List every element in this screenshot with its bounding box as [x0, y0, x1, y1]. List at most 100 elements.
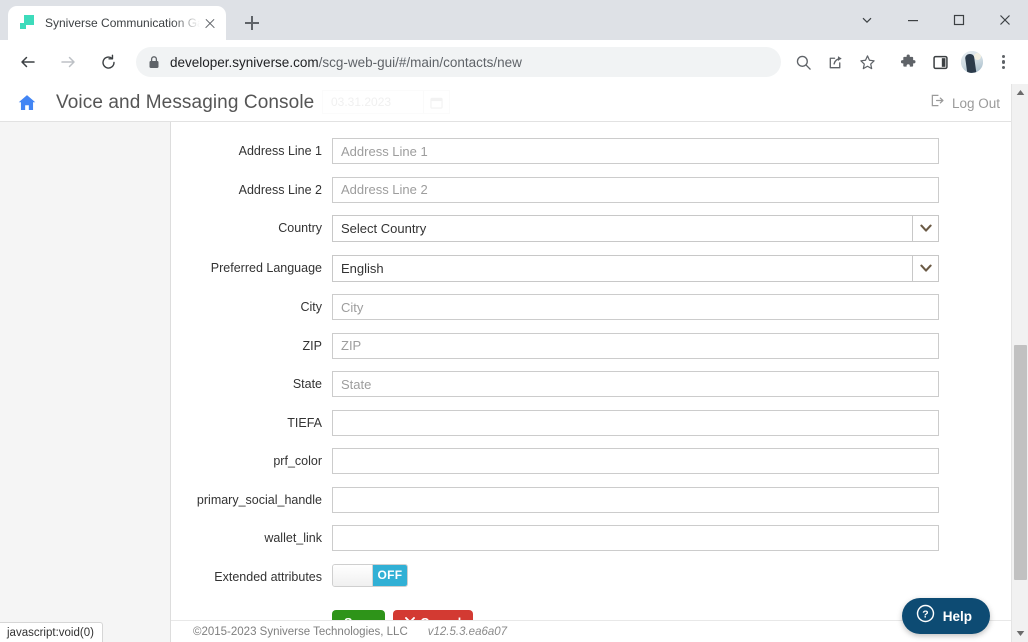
form-actions-spacer — [171, 599, 332, 605]
input-wallet-link[interactable] — [332, 525, 939, 551]
label-preferred-language: Preferred Language — [210, 260, 322, 275]
date-field[interactable]: 03.31.2023 — [322, 90, 450, 114]
input-primary-social-handle[interactable] — [332, 486, 939, 513]
control-city — [332, 294, 939, 320]
profile-avatar-icon[interactable] — [957, 47, 987, 77]
close-tab-icon[interactable] — [200, 13, 220, 33]
page-footer: ©2015-2023 Syniverse Technologies, LLC v… — [171, 620, 1028, 642]
control-address-line-2 — [332, 176, 939, 203]
page-viewport: Voice and Messaging Console 03.31.2023 L… — [0, 84, 1028, 642]
share-icon[interactable] — [820, 47, 850, 77]
calendar-icon[interactable] — [423, 91, 449, 113]
label-zip: ZIP — [302, 338, 322, 353]
left-sidebar — [0, 122, 171, 642]
select-value-country: Select Country — [341, 221, 427, 236]
toolbar-icons — [787, 47, 1020, 77]
help-label: Help — [942, 608, 972, 624]
window-controls — [844, 0, 1028, 40]
side-panel-icon[interactable] — [925, 47, 955, 77]
contact-form: Address Line 1 Address Line 2 Country Selec… — [171, 122, 1028, 551]
input-address-line-1[interactable] — [332, 138, 939, 164]
link-status-text: javascript:void(0) — [7, 626, 94, 639]
select-country[interactable]: Select Country — [332, 215, 939, 242]
control-country: Select Country — [332, 215, 939, 242]
chevron-down-icon[interactable] — [912, 216, 938, 241]
select-preferred-language[interactable]: English — [332, 254, 939, 282]
reload-icon[interactable] — [92, 46, 124, 78]
input-state[interactable] — [332, 371, 939, 397]
control-prf-color — [332, 448, 939, 474]
extended-attributes-row: Extended attributes OFF — [171, 563, 1028, 587]
search-icon[interactable] — [788, 47, 818, 77]
address-bar[interactable]: developer.syniverse.com/scg-web-gui/#/ma… — [136, 47, 781, 77]
copyright-text: ©2015-2023 Syniverse Technologies, LLC — [193, 625, 408, 638]
home-icon[interactable] — [16, 92, 38, 114]
form-row-wallet-link: wallet_link — [171, 525, 1028, 551]
logout-icon — [930, 93, 945, 113]
minimize-icon[interactable] — [890, 4, 936, 36]
browser-tab[interactable]: Syniverse Communication Gatew — [8, 6, 226, 40]
date-field-value: 03.31.2023 — [331, 95, 392, 109]
scroll-up-arrow-icon[interactable] — [1012, 84, 1028, 101]
extended-attributes-toggle[interactable]: OFF — [332, 563, 408, 587]
select-value-preferred-language: English — [341, 260, 384, 276]
chrome-menu-icon[interactable] — [989, 47, 1019, 77]
svg-text:?: ? — [922, 610, 928, 621]
url-path: /scg-web-gui/#/main/contacts/new — [318, 54, 522, 70]
form-row-primary-social-handle: primary_social_handle — [171, 486, 1028, 513]
browser-window: Syniverse Communication Gatew — [0, 0, 1028, 642]
control-tiefa — [332, 409, 939, 436]
question-mark-icon: ? — [916, 604, 935, 628]
maximize-icon[interactable] — [936, 4, 982, 36]
form-row-state: State — [171, 371, 1028, 397]
vertical-scrollbar[interactable] — [1011, 84, 1028, 642]
label-state: State — [292, 377, 322, 391]
bookmark-star-icon[interactable] — [852, 47, 882, 77]
chevron-down-icon[interactable] — [912, 255, 938, 281]
page-body: Address Line 1 Address Line 2 Country Selec… — [0, 122, 1028, 642]
forward-arrow-icon[interactable] — [52, 46, 84, 78]
scroll-down-arrow-icon[interactable] — [1012, 625, 1028, 642]
form-row-address-line-2: Address Line 2 — [171, 176, 1028, 203]
form-row-preferred-language: Preferred Language English — [171, 254, 1028, 282]
version-text: v12.5.3.ea6a07 — [427, 625, 508, 638]
logout-label: Log Out — [951, 95, 1000, 111]
form-row-zip: ZIP — [171, 332, 1028, 359]
scroll-thumb[interactable] — [1014, 345, 1027, 580]
url-text: developer.syniverse.com/scg-web-gui/#/ma… — [170, 55, 522, 70]
input-address-line-2[interactable] — [332, 176, 939, 203]
main-content: Address Line 1 Address Line 2 Country Selec… — [171, 122, 1028, 642]
control-wallet-link — [332, 525, 939, 551]
tab-title: Syniverse Communication Gatew — [45, 16, 200, 30]
link-status-bar: javascript:void(0) — [0, 622, 103, 642]
extended-attributes-label: Extended attributes — [214, 569, 322, 584]
browser-toolbar: developer.syniverse.com/scg-web-gui/#/ma… — [0, 40, 1028, 84]
logout-button[interactable]: Log Out — [930, 84, 1000, 122]
form-row-address-line-1: Address Line 1 — [171, 138, 1028, 164]
new-tab-button[interactable] — [238, 9, 266, 37]
control-address-line-1 — [332, 138, 939, 164]
form-row-tiefa: TIEFA — [171, 409, 1028, 436]
help-widget[interactable]: ? Help — [901, 598, 990, 634]
label-address-line-2: Address Line 2 — [238, 182, 322, 197]
input-prf-color[interactable] — [332, 448, 939, 474]
extended-attributes-control: OFF — [332, 563, 939, 587]
tab-search-chevron-down-icon[interactable] — [844, 4, 890, 36]
url-host: developer.syniverse.com — [170, 54, 319, 70]
lock-icon — [148, 55, 160, 69]
label-prf-color: prf_color — [273, 454, 322, 468]
app-header: Voice and Messaging Console 03.31.2023 L… — [0, 84, 1028, 122]
input-zip[interactable] — [332, 332, 939, 359]
label-city: City — [300, 300, 322, 314]
control-zip — [332, 332, 939, 359]
label-tiefa: TIEFA — [287, 415, 322, 430]
control-preferred-language: English — [332, 254, 939, 282]
page-title: Voice and Messaging Console — [56, 91, 315, 113]
control-primary-social-handle — [332, 486, 939, 513]
close-window-icon[interactable] — [982, 4, 1028, 36]
extensions-puzzle-icon[interactable] — [893, 47, 923, 77]
input-city[interactable] — [332, 294, 939, 320]
back-arrow-icon[interactable] — [12, 46, 44, 78]
input-tiefa[interactable] — [332, 409, 939, 436]
toggle-state-label: OFF — [373, 564, 407, 586]
